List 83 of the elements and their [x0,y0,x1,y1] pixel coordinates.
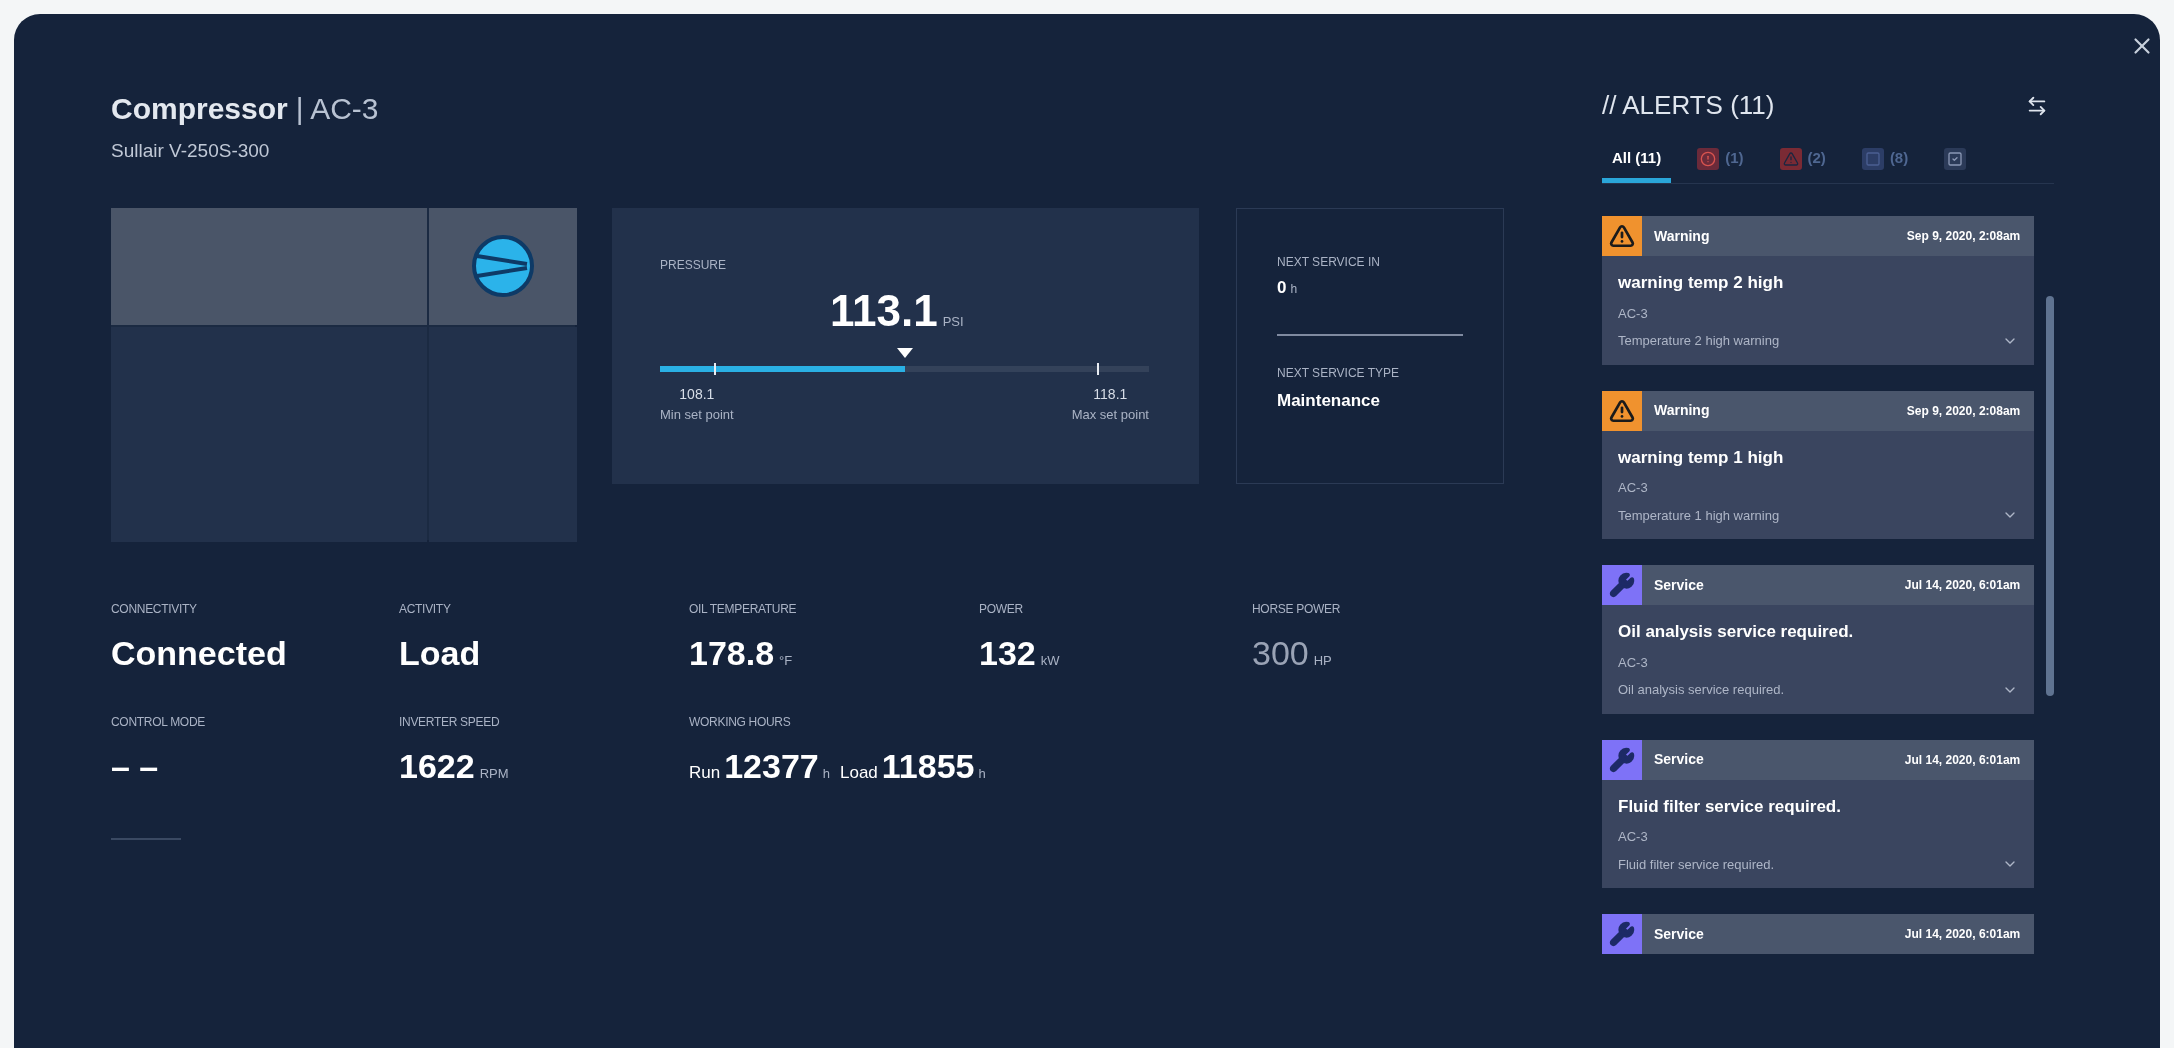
stat-unit: HP [1313,651,1332,670]
service-type-value: Maintenance [1277,390,1381,412]
alert-asset: AC-3 [1618,304,1649,323]
alert-filter-tab[interactable]: All (11) [1602,139,1672,183]
wrench-icon [1602,914,1642,954]
next-service-label: NEXT SERVICE IN [1277,253,1381,271]
pressure-label: PRESSURE [660,256,728,274]
alert-type: Warning [1654,226,1710,246]
pointer-icon [896,347,913,358]
alert-type: Warning [1654,401,1710,420]
alert-date: Jul 14, 2020, 6:01am [1904,577,2021,594]
alerts-title: // ALERTS (11) [1602,89,1775,122]
max-tick [1097,362,1099,375]
stat-label: HORSE POWER [1252,600,1342,618]
asset-tag: | AC-3 [295,86,379,131]
alert-description: Temperature 1 high warning [1618,506,1780,525]
alert-title: warning temp 2 high [1618,272,1785,294]
stat-unit: h [978,764,986,783]
alert-description: Fluid filter service required. [1618,855,1775,874]
alert-date: Jul 14, 2020, 6:01am [1904,926,2021,943]
stat-label: POWER [979,600,1024,618]
alert-card[interactable]: Service Jul 14, 2020, 6:01am [1602,914,2035,954]
stat-label: OIL TEMPERATURE [689,600,798,618]
alert-asset: AC-3 [1618,828,1649,846]
stat-value: 12377 [724,745,819,787]
stat-value: Connected [111,632,287,674]
stat-value: 11855 [881,745,975,787]
stat-value: 132 [979,632,1036,674]
min-set-value: 108.1 [679,384,715,404]
pressure-value: 113.1 [830,284,938,337]
alert-description: Oil analysis service required. [1618,681,1785,699]
warning-icon [1602,216,1642,256]
stat-prefix: Run [689,761,721,784]
alert-card[interactable]: Warning Sep 9, 2020, 2:08am warning temp 1 high AC-3 Temperature 1 high warning [1602,390,2035,539]
alert-asset: AC-3 [1618,653,1649,672]
alert-type: Service [1654,575,1704,595]
alert-date: Sep 9, 2020, 2:08am [1906,228,2021,245]
alert-type: Service [1654,924,1704,944]
stat-value: – – [111,745,159,787]
pressure-unit: PSI [942,312,964,331]
alert-title: warning temp 1 high [1618,446,1785,469]
stat-unit: kW [1040,651,1060,670]
alert-date: Sep 9, 2020, 2:08am [1906,402,2021,420]
asset-model: Sullair V-250S-300 [111,139,271,163]
stat-unit: h [822,764,830,783]
warning-icon [1779,147,1802,170]
wrench-icon [1602,565,1642,605]
stat-label: INVERTER SPEED [399,713,501,731]
stat-label: ACTIVITY [399,600,452,618]
alert-title: Fluid filter service required. [1618,795,1842,818]
stat-label: CONNECTIVITY [111,600,198,618]
min-tick [714,362,716,375]
warning-icon [1602,390,1642,431]
alert-card[interactable]: Service Jul 14, 2020, 6:01am Oil analysis service required. AC-3 Oil analysis service required. [1602,565,2035,714]
stat-unit: RPM [479,764,509,783]
wrench-icon [1602,739,1642,780]
stat-value: 178.8 [689,632,775,674]
check-square-icon [1944,147,1967,170]
service-type-label: NEXT SERVICE TYPE [1277,365,1401,382]
alert-description: Temperature 2 high warning [1618,332,1780,350]
max-set-label: Max set point [1071,405,1149,424]
max-set-value: 118.1 [1093,384,1128,404]
alert-card[interactable]: Service Jul 14, 2020, 6:01am Fluid filter service required. AC-3 Fluid filter service required. [1602,739,2035,888]
next-service-unit: h [1290,280,1298,298]
square-icon [1861,147,1884,170]
min-set-label: Min set point [660,405,734,424]
scrollbar[interactable] [2046,296,2054,696]
stat-label: CONTROL MODE [111,713,206,731]
stat-unit: °F [779,651,793,670]
alert-asset: AC-3 [1618,479,1649,497]
asset-title: Compressor [111,91,288,127]
stat-prefix: Load [839,761,878,784]
alert-card[interactable]: Warning Sep 9, 2020, 2:08am warning temp 2 high AC-3 Temperature 2 high warning [1602,216,2035,365]
stat-value: 1622 [399,745,475,787]
alert-date: Jul 14, 2020, 6:01am [1904,751,2021,769]
alert-type: Service [1654,750,1704,769]
stat-value: 300 [1252,632,1309,674]
filter-button[interactable] [2026,94,2048,117]
stat-label: WORKING HOURS [689,713,792,731]
compressor-logo-icon [471,234,535,298]
stat-value: Load [399,632,481,674]
next-service-value: 0 [1277,276,1287,299]
alert-title: Oil analysis service required. [1618,621,1855,643]
